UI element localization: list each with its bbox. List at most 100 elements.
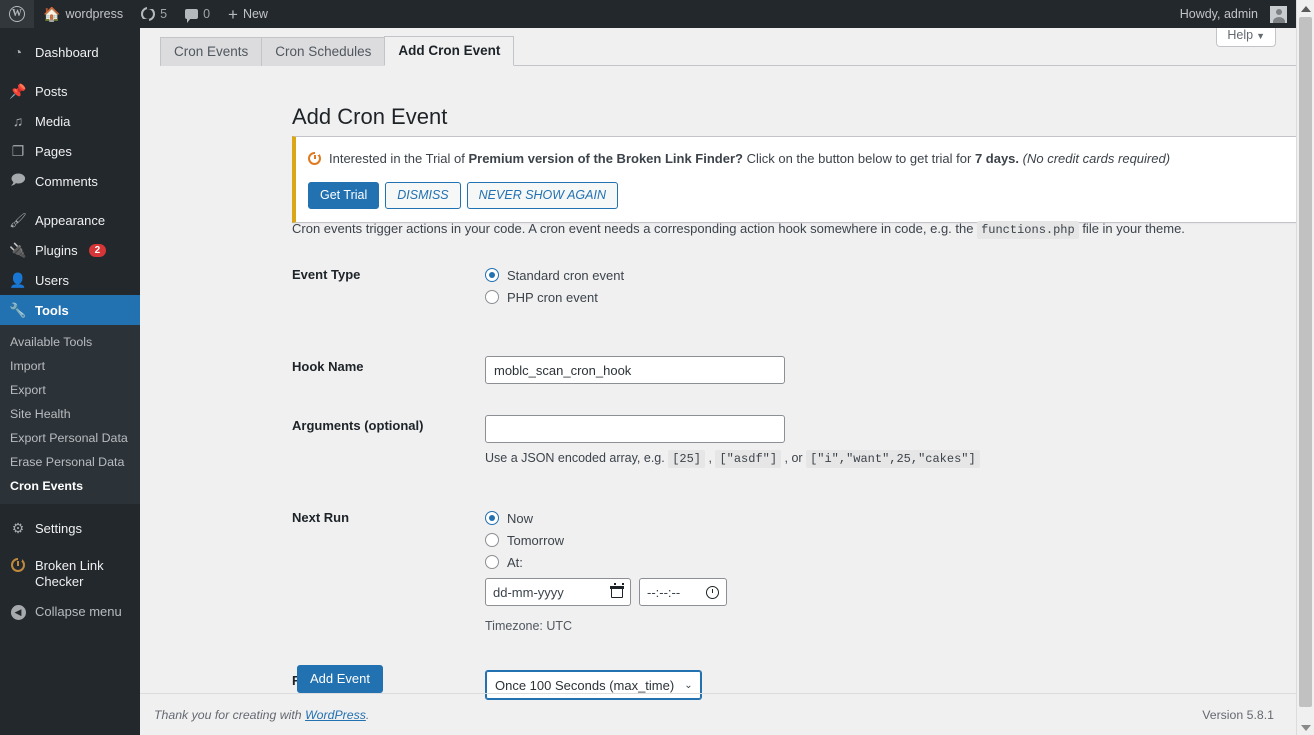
help-tab-toggle[interactable]: Help ▼ xyxy=(1216,28,1276,47)
hook-name-label: Hook Name xyxy=(292,359,364,374)
wordpress-logo-icon xyxy=(9,6,25,22)
sidebar-spacer-top xyxy=(0,28,140,37)
broken-link-checker-icon xyxy=(9,557,27,575)
radio-label: PHP cron event xyxy=(507,289,598,305)
site-name-label: wordpress xyxy=(65,7,124,21)
sidebar-item-users[interactable]: 👤 Users xyxy=(0,265,140,295)
updates-button[interactable]: 5 xyxy=(132,0,176,28)
wordpress-link[interactable]: WordPress xyxy=(305,708,366,722)
admin-sidebar: ◔ Dashboard 📌 Posts ♫ Media ❐ Pages 🗩 Co… xyxy=(0,28,140,735)
radio-label: Standard cron event xyxy=(507,267,625,283)
sidebar-item-comments[interactable]: 🗩 Comments xyxy=(0,166,140,196)
comment-bubble-icon xyxy=(185,9,199,23)
time-placeholder-text: --:--:-- xyxy=(647,584,681,600)
notice-message: Interested in the Trial of Premium versi… xyxy=(308,149,1296,169)
sidebar-item-export-personal-data[interactable]: Export Personal Data xyxy=(0,426,140,450)
next-run-datetime: dd-mm-yyyy --:--:-- xyxy=(485,578,1292,606)
plug-icon: 🔌 xyxy=(9,241,27,258)
radio-next-run-at[interactable]: At: xyxy=(485,551,1292,573)
sidebar-item-label: Users xyxy=(35,272,69,288)
notice-text-part2: Click on the button below to get trial f… xyxy=(742,151,975,166)
chevron-down-icon: ▼ xyxy=(1256,31,1265,41)
sidebar-item-export[interactable]: Export xyxy=(0,378,140,402)
sidebar-separator-2 xyxy=(0,196,140,205)
sidebar-item-label: Comments xyxy=(35,173,98,189)
calendar-icon[interactable] xyxy=(610,583,624,598)
sidebar-item-appearance[interactable]: 🖌 Appearance xyxy=(0,205,140,235)
arguments-help: Use a JSON encoded array, e.g. [25] , ["… xyxy=(485,450,1292,468)
avatar-icon xyxy=(1270,5,1287,23)
comments-button[interactable]: 0 xyxy=(176,0,219,28)
form-row-arguments: Arguments (optional) Use a JSON encoded … xyxy=(292,407,1292,468)
args-help-code2: ["asdf"] xyxy=(715,450,782,468)
page-scrollbar[interactable] xyxy=(1296,0,1314,735)
add-event-button[interactable]: Add Event xyxy=(297,665,383,693)
tab-cron-events[interactable]: Cron Events xyxy=(160,37,263,66)
my-account-button[interactable]: Howdy, admin xyxy=(1171,0,1296,28)
radio-label: Now xyxy=(507,510,534,526)
sidebar-item-tools[interactable]: 🔧 Tools xyxy=(0,295,140,325)
new-label: New xyxy=(242,7,268,21)
sidebar-item-plugins[interactable]: 🔌 Plugins 2 xyxy=(0,235,140,265)
form-row-next-run: Next Run Now Tomorrow At: dd-mm-yyyy --:… xyxy=(292,499,1292,633)
radio-standard-cron-event[interactable]: Standard cron event xyxy=(485,264,1292,286)
next-run-time-input[interactable]: --:--:-- xyxy=(639,578,727,606)
comments-count: 0 xyxy=(203,7,211,21)
wordpress-logo-button[interactable] xyxy=(0,0,34,28)
dismiss-button[interactable]: DISMISS xyxy=(385,181,461,209)
sidebar-item-posts[interactable]: 📌 Posts xyxy=(0,76,140,106)
desc-part1: Cron events trigger actions in your code… xyxy=(292,221,978,236)
admin-bar: 🏠 wordpress 5 0 + New Howdy, admin xyxy=(0,0,1296,28)
tab-add-cron-event[interactable]: Add Cron Event xyxy=(384,36,515,66)
next-run-label: Next Run xyxy=(292,510,350,525)
sidebar-item-label: Media xyxy=(35,113,71,129)
collapse-menu-button[interactable]: ◀ Collapse menu xyxy=(0,596,140,626)
radio-icon xyxy=(485,290,499,304)
sidebar-item-label: Tools xyxy=(35,302,69,318)
sidebar-item-settings[interactable]: ⚙ Settings xyxy=(0,513,140,543)
args-help-part3: , or xyxy=(781,451,807,465)
radio-label: Tomorrow xyxy=(507,532,565,548)
sidebar-item-pages[interactable]: ❐ Pages xyxy=(0,136,140,166)
sidebar-item-media[interactable]: ♫ Media xyxy=(0,106,140,136)
version-label: Version 5.8.1 xyxy=(1202,707,1274,722)
sidebar-item-label: Plugins xyxy=(35,242,78,258)
arguments-input[interactable] xyxy=(485,415,785,443)
sidebar-item-dashboard[interactable]: ◔ Dashboard xyxy=(0,37,140,67)
chevron-down-icon: ⌄ xyxy=(684,679,693,691)
brush-icon: 🖌 xyxy=(9,211,27,228)
sidebar-item-import[interactable]: Import xyxy=(0,354,140,378)
scroll-up-arrow-icon[interactable] xyxy=(1301,6,1311,12)
sidebar-item-erase-personal-data[interactable]: Erase Personal Data xyxy=(0,450,140,474)
plus-icon: + xyxy=(228,4,238,24)
sidebar-item-available-tools[interactable]: Available Tools xyxy=(0,330,140,354)
never-show-again-button[interactable]: NEVER SHOW AGAIN xyxy=(466,181,618,209)
tab-cron-schedules[interactable]: Cron Schedules xyxy=(261,37,386,66)
new-content-button[interactable]: + New xyxy=(219,0,277,28)
notice-actions: Get Trial DISMISS NEVER SHOW AGAIN xyxy=(308,181,1296,209)
wrench-icon: 🔧 xyxy=(9,301,27,318)
recurrence-selected-value: Once 100 Seconds (max_time) xyxy=(495,677,675,693)
tools-submenu: Available Tools Import Export Site Healt… xyxy=(0,325,140,504)
args-help-part2: , xyxy=(705,451,716,465)
radio-php-cron-event[interactable]: PHP cron event xyxy=(485,286,1292,308)
pages-icon: ❐ xyxy=(11,142,25,159)
comments-icon: 🗩 xyxy=(10,171,26,187)
clock-icon[interactable] xyxy=(706,585,719,599)
scrollbar-thumb[interactable] xyxy=(1299,17,1312,707)
settings-icon: ⚙ xyxy=(11,519,25,536)
get-trial-button[interactable]: Get Trial xyxy=(308,181,380,209)
radio-next-run-tomorrow[interactable]: Tomorrow xyxy=(485,529,1292,551)
sidebar-item-label: Appearance xyxy=(35,212,106,228)
radio-icon xyxy=(485,511,499,525)
sidebar-item-cron-events[interactable]: Cron Events xyxy=(0,474,140,498)
pin-icon: 📌 xyxy=(9,82,27,99)
admin-footer: Thank you for creating with WordPress. V… xyxy=(140,693,1296,735)
sidebar-item-site-health[interactable]: Site Health xyxy=(0,402,140,426)
site-name-button[interactable]: 🏠 wordpress xyxy=(34,0,132,28)
hook-name-input[interactable] xyxy=(485,356,785,384)
scroll-down-arrow-icon[interactable] xyxy=(1301,725,1311,731)
sidebar-item-broken-link-checker[interactable]: Broken Link Checker xyxy=(0,552,140,596)
radio-next-run-now[interactable]: Now xyxy=(485,507,1292,529)
next-run-date-input[interactable]: dd-mm-yyyy xyxy=(485,578,631,606)
